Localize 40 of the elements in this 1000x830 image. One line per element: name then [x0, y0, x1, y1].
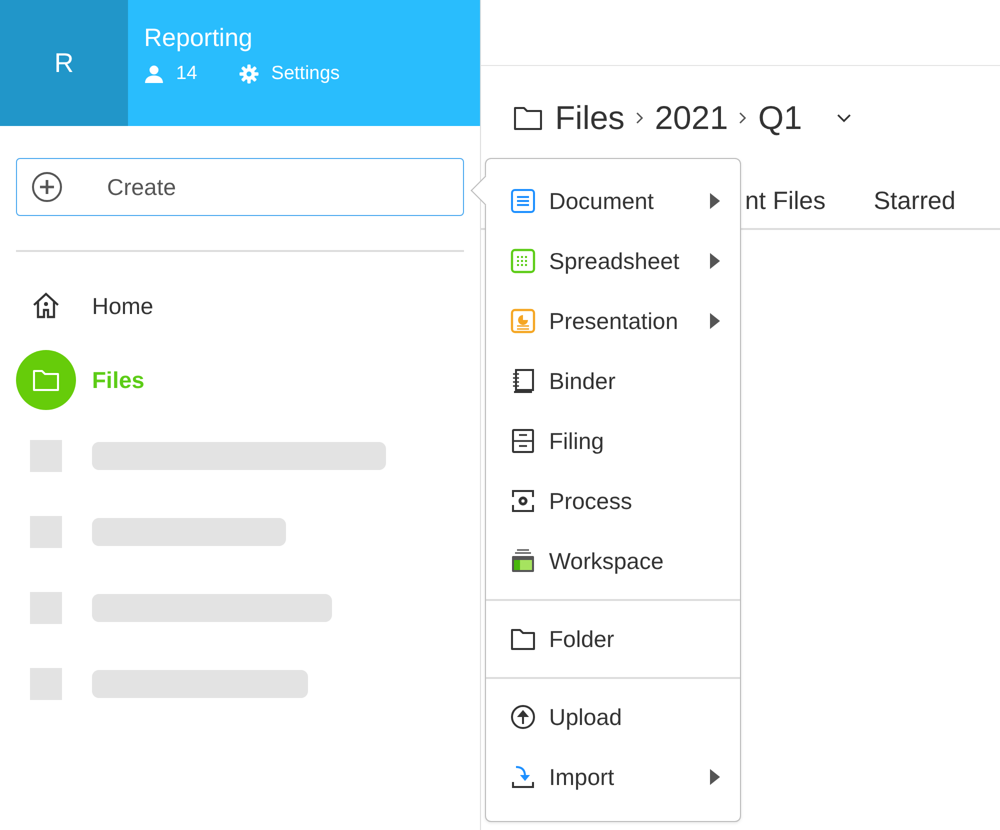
folder-icon [513, 104, 543, 132]
menu-item[interactable]: Binder [486, 351, 740, 411]
person-icon [144, 64, 164, 84]
placeholder-square [30, 668, 62, 700]
cabinet-icon [510, 428, 536, 454]
home-icon [31, 291, 61, 321]
spreadsheet-icon [510, 248, 536, 274]
menu-item[interactable]: Process [486, 471, 740, 531]
presentation-icon [510, 308, 536, 334]
workspace-icon [510, 548, 536, 574]
menu-item[interactable]: Presentation [486, 291, 740, 351]
menu-item[interactable]: Workspace [486, 531, 740, 591]
tab[interactable]: Starred [874, 187, 956, 216]
folder-icon [510, 626, 536, 652]
chevron-icon [738, 111, 748, 125]
plus-circle-icon [31, 171, 63, 203]
nav-item[interactable]: Home [0, 276, 480, 336]
chevron-down-icon[interactable] [836, 113, 852, 123]
breadcrumb-link[interactable]: Q1 [758, 99, 802, 137]
breadcrumb-link[interactable]: 2021 [654, 99, 728, 137]
placeholder-square [30, 440, 62, 472]
team-avatar: R [0, 0, 128, 126]
menu-item[interactable]: Spreadsheet [486, 231, 740, 291]
menu-item[interactable]: Folder [486, 609, 740, 669]
chevron-icon [634, 111, 645, 125]
binder-icon [510, 368, 536, 394]
document-icon [510, 188, 536, 214]
member-count: 14 [176, 63, 198, 85]
import-icon [510, 764, 536, 790]
menu-item[interactable]: Import [486, 747, 740, 807]
upload-icon [510, 704, 536, 730]
create-button[interactable]: Create [16, 158, 464, 216]
tab[interactable]: nt Files [745, 187, 826, 216]
breadcrumb-link[interactable]: Files [555, 99, 625, 137]
menu-item[interactable]: Document [486, 171, 740, 231]
placeholder-square [30, 516, 62, 548]
placeholder-square [30, 592, 62, 624]
team-name: Reporting [144, 24, 254, 53]
menu-item[interactable]: Filing [486, 411, 740, 471]
menu-item[interactable]: Upload [486, 687, 740, 747]
